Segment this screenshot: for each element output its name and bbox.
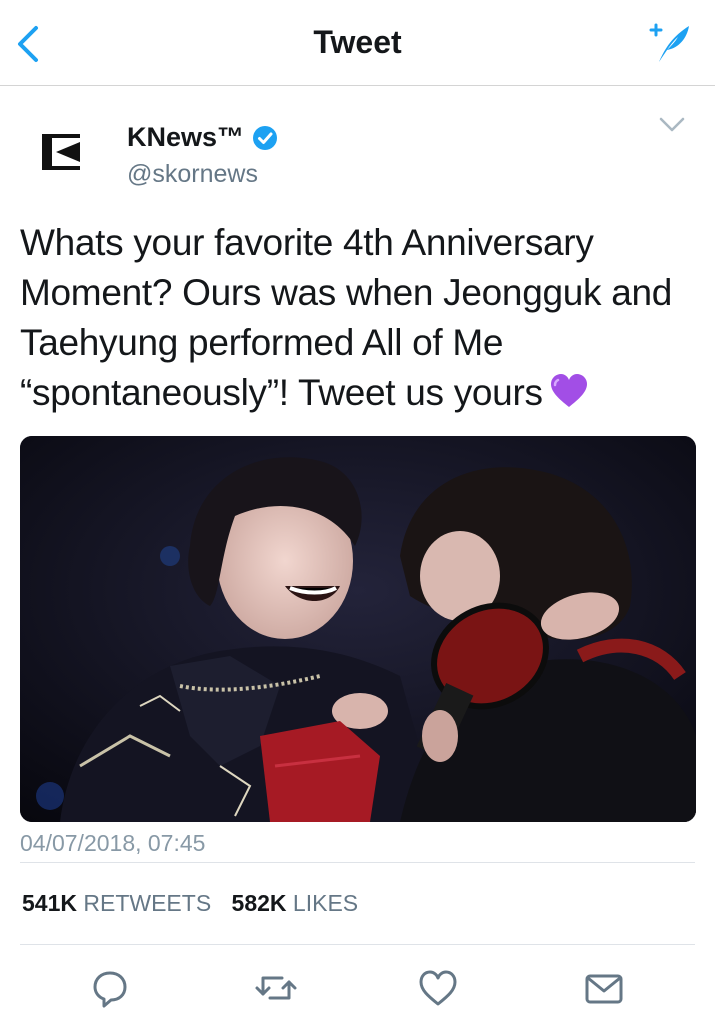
- like-icon: [419, 970, 457, 1006]
- tweet-action-bar: [0, 960, 715, 1016]
- likes-count: 582K: [231, 890, 287, 916]
- tweet-options-button[interactable]: [657, 112, 687, 136]
- compose-tweet-icon: [649, 23, 689, 62]
- retweets-count: 541K: [22, 890, 77, 916]
- likes-stat[interactable]: 582K LIKES: [232, 890, 373, 916]
- tweet-photo[interactable]: [20, 436, 696, 822]
- verified-badge-icon: [253, 125, 278, 150]
- share-icon: [585, 974, 623, 1004]
- retweet-button[interactable]: [254, 966, 298, 1010]
- like-button[interactable]: [416, 966, 460, 1010]
- tweet-stats: 541K RETWEETS 582K LIKES: [22, 890, 372, 917]
- compose-tweet-button[interactable]: [645, 18, 693, 66]
- divider: [20, 944, 695, 945]
- author-name-row[interactable]: KNews™: [127, 122, 278, 153]
- concert-photo-image: [20, 436, 696, 822]
- reply-icon: [93, 971, 127, 1008]
- author-handle[interactable]: @skornews: [127, 160, 258, 189]
- reply-button[interactable]: [88, 966, 132, 1010]
- share-button[interactable]: [582, 966, 626, 1010]
- chevron-down-icon: [659, 117, 685, 132]
- tweet-timestamp: 04/07/2018, 07:45: [20, 830, 206, 856]
- knews-logo-icon: [42, 134, 80, 170]
- retweet-icon: [255, 976, 297, 1000]
- navigation-bar: Tweet: [0, 0, 715, 86]
- divider: [20, 862, 695, 863]
- tweet-header: KNews™ @skornews: [0, 100, 715, 210]
- avatar[interactable]: [40, 132, 86, 172]
- retweets-stat[interactable]: 541K RETWEETS: [22, 890, 232, 916]
- author-name[interactable]: KNews™: [127, 122, 244, 153]
- likes-label: LIKES: [292, 890, 359, 916]
- purple-heart-icon: [550, 374, 587, 407]
- page-title: Tweet: [313, 24, 402, 60]
- retweets-label: RETWEETS: [83, 890, 212, 916]
- tweet-text: Whats your favorite 4th Anniversary Mome…: [20, 218, 700, 418]
